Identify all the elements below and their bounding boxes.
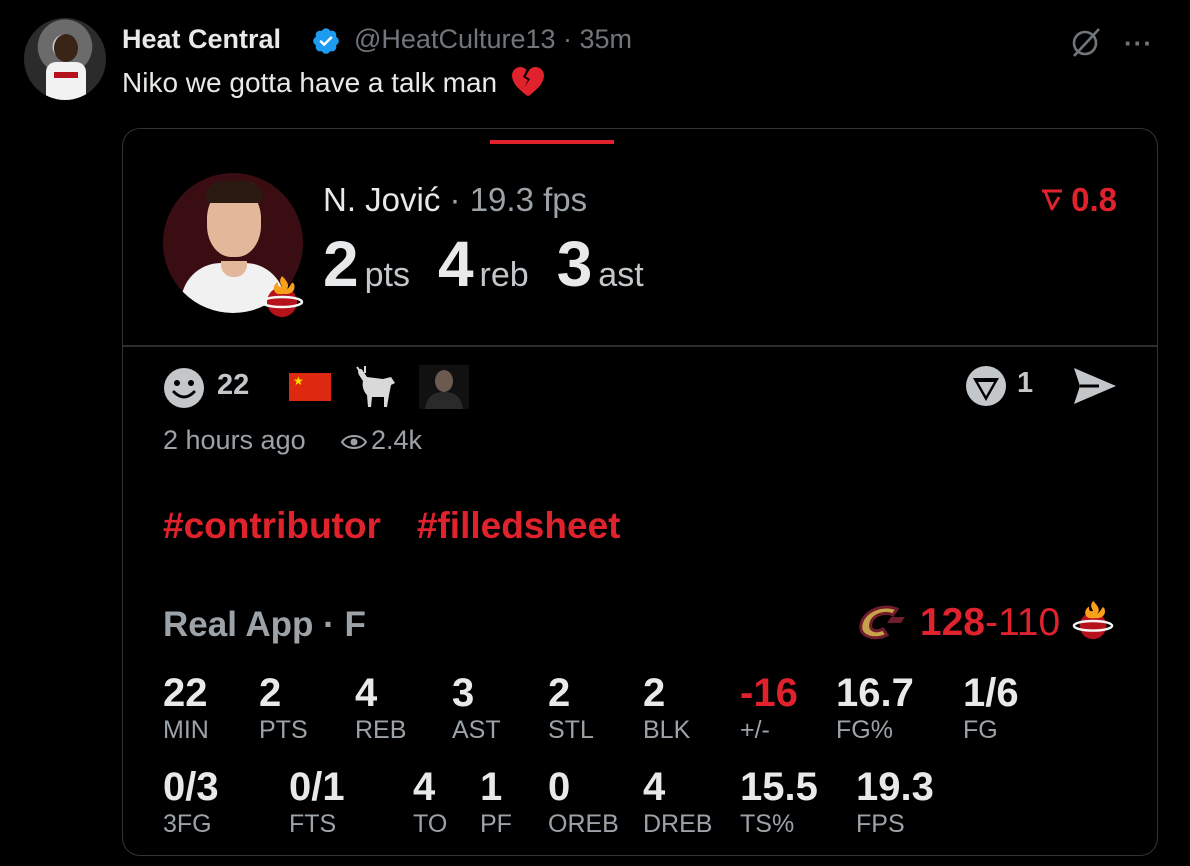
stat-ast: 3 AST bbox=[452, 671, 501, 745]
stat-value: -16 bbox=[740, 671, 798, 715]
delta-value: 0.8 bbox=[1039, 181, 1117, 219]
post-time: 2 hours ago bbox=[163, 425, 306, 455]
card-divider bbox=[123, 345, 1157, 347]
stat-blk: 2 BLK bbox=[643, 671, 690, 745]
stat-fg: 1/6 FG bbox=[963, 671, 1019, 745]
smiley-reaction-icon[interactable] bbox=[163, 367, 205, 409]
stat-pts: 2 PTS bbox=[259, 671, 308, 745]
card-tab-indicator bbox=[490, 140, 614, 144]
headline-stat-value: 3 bbox=[556, 228, 593, 300]
stat-value: 4 bbox=[355, 671, 378, 715]
author-handle-time[interactable]: @HeatCulture13 · 35m bbox=[354, 24, 632, 55]
stat-label: STL bbox=[548, 716, 594, 744]
heat-logo-icon bbox=[260, 276, 304, 317]
stat-value: 0/1 bbox=[289, 765, 345, 809]
stat-value: 0/3 bbox=[163, 765, 219, 809]
stat-label: FTS bbox=[289, 810, 337, 838]
headline-stat-unit: reb bbox=[479, 256, 529, 294]
stat-value: 2 bbox=[643, 671, 666, 715]
stat-value: 3 bbox=[452, 671, 475, 715]
stat-fps: 19.3 FPS bbox=[856, 765, 934, 839]
comment-icon[interactable] bbox=[963, 363, 1009, 409]
view-count: 2.4k bbox=[340, 425, 423, 456]
comment-count: 1 bbox=[1017, 367, 1034, 399]
source-label: Real App · F bbox=[163, 605, 366, 644]
stat-dreb: 4 DREB bbox=[643, 765, 712, 839]
stat-label: DREB bbox=[643, 810, 713, 838]
stat-value: 1/6 bbox=[963, 671, 1019, 715]
stat-value: 15.5 bbox=[740, 765, 818, 809]
stat-pf: 1 PF bbox=[480, 765, 512, 839]
headline-stat-unit: ast bbox=[598, 256, 644, 294]
stat-fts: 0/1 FTS bbox=[289, 765, 345, 839]
stat-oreb: 0 OREB bbox=[548, 765, 619, 839]
home-score: 128 bbox=[919, 601, 985, 644]
stat-value: 16.7 bbox=[836, 671, 914, 715]
stat-3fg: 0/3 3FG bbox=[163, 765, 219, 839]
stat-label: +/- bbox=[740, 716, 770, 744]
stat-label: TO bbox=[413, 810, 448, 838]
author-name[interactable]: Heat Central bbox=[122, 24, 281, 55]
send-icon[interactable] bbox=[1071, 365, 1119, 407]
stat-value: 19.3 bbox=[856, 765, 934, 809]
stat-value: 4 bbox=[413, 765, 436, 809]
eye-icon bbox=[340, 435, 368, 449]
delta-number: 0.8 bbox=[1071, 181, 1117, 218]
verified-badge-icon bbox=[313, 28, 339, 54]
stat-value: 4 bbox=[643, 765, 666, 809]
grok-icon[interactable] bbox=[1068, 24, 1104, 60]
headline-stat-value: 4 bbox=[437, 228, 474, 300]
stat-stl: 2 STL bbox=[548, 671, 594, 745]
stat-label: AST bbox=[452, 716, 501, 744]
author-avatar[interactable] bbox=[24, 18, 106, 100]
stat-label: FG% bbox=[836, 716, 893, 744]
down-trend-icon bbox=[1042, 189, 1063, 211]
stat-label: MIN bbox=[163, 716, 209, 744]
stat-value: 22 bbox=[163, 671, 208, 715]
broken-heart-icon bbox=[511, 67, 544, 96]
stat-fg-pct: 16.7 FG% bbox=[836, 671, 914, 745]
stat-value: 1 bbox=[480, 765, 503, 809]
stat-label: BLK bbox=[643, 716, 691, 744]
stat-reb: 4 REB bbox=[355, 671, 406, 745]
stat-label: PTS bbox=[259, 716, 308, 744]
score-separator: - bbox=[984, 601, 998, 644]
headline-stat-unit: pts bbox=[364, 256, 410, 294]
stat-min: 22 MIN bbox=[163, 671, 209, 745]
reaction-count: 22 bbox=[217, 369, 250, 401]
player-name-line: N. Jović · 19.3 fps bbox=[323, 181, 587, 219]
stat-label: TS% bbox=[740, 810, 795, 838]
stat-label: 3FG bbox=[163, 810, 212, 838]
stat-label: FPS bbox=[856, 810, 905, 838]
embedded-card[interactable]: N. Jović · 19.3 fps 0.8 2 pts 4 reb 3 ast 22 … bbox=[122, 128, 1158, 856]
stat-value: 2 bbox=[259, 671, 282, 715]
fps-value: · 19.3 fps bbox=[449, 181, 588, 218]
headline-stat-value: 2 bbox=[323, 228, 359, 300]
person-sticker-icon[interactable] bbox=[419, 365, 469, 409]
stat-value: 2 bbox=[548, 671, 571, 715]
goat-icon[interactable] bbox=[353, 365, 399, 409]
stat-label: FG bbox=[963, 716, 998, 744]
headline-stats: 2 pts 4 reb 3 ast bbox=[323, 227, 672, 301]
tweet-text: Niko we gotta have a talk man bbox=[122, 66, 545, 99]
stat-plus-minus: -16 +/- bbox=[740, 671, 798, 745]
heat-logo-icon bbox=[1072, 600, 1114, 640]
view-count-value: 2.4k bbox=[371, 425, 423, 455]
tweet-text-body: Niko we gotta have a talk man bbox=[122, 67, 498, 98]
stat-ts-pct: 15.5 TS% bbox=[740, 765, 818, 839]
game-score: 128-110 bbox=[853, 599, 1115, 645]
cavaliers-logo-icon bbox=[859, 605, 906, 640]
stat-to: 4 TO bbox=[413, 765, 447, 839]
player-name[interactable]: N. Jović bbox=[323, 181, 440, 218]
stat-value: 0 bbox=[548, 765, 571, 809]
hashtags: #contributor #filledsheet bbox=[163, 505, 656, 547]
stat-label: OREB bbox=[548, 810, 619, 838]
stat-label: REB bbox=[355, 716, 407, 744]
more-options-icon[interactable]: ··· bbox=[1124, 28, 1153, 59]
stat-label: PF bbox=[480, 810, 512, 838]
hashtag-link[interactable]: #filledsheet bbox=[417, 505, 621, 546]
china-flag-icon[interactable]: ★ bbox=[289, 373, 331, 401]
away-score: 110 bbox=[997, 601, 1061, 644]
hashtag-link[interactable]: #contributor bbox=[163, 505, 381, 546]
